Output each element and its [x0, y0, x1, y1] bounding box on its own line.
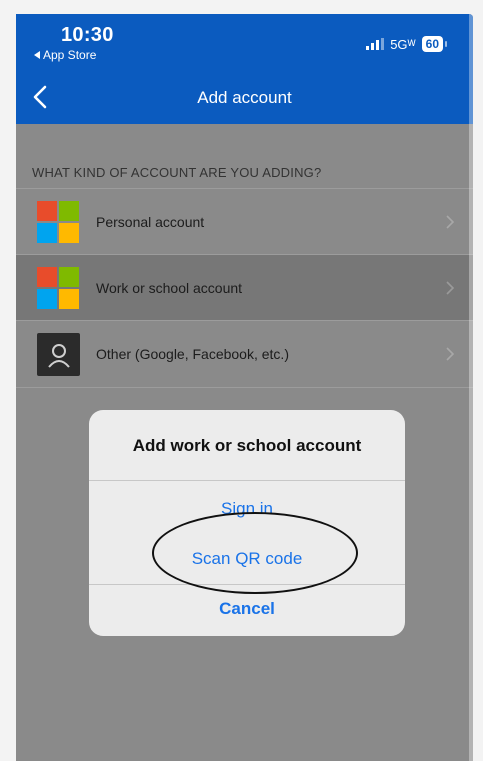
phone-screen: 10:30 App Store 5Gᵂ 60 Add account WHAT …: [16, 14, 473, 761]
dialog-divider: [89, 584, 405, 585]
account-option-label: Other (Google, Facebook, etc.): [96, 346, 289, 362]
status-indicators: 5Gᵂ 60: [366, 36, 448, 52]
screenshot-frame: 10:30 App Store 5Gᵂ 60 Add account WHAT …: [0, 0, 483, 761]
cancel-button[interactable]: Cancel: [89, 599, 405, 619]
back-triangle-icon: [34, 51, 40, 59]
dialog-title: Add work or school account: [132, 436, 362, 455]
dialog-divider: [89, 480, 405, 481]
chevron-right-icon: [446, 215, 455, 229]
scan-qr-code-button[interactable]: Scan QR code: [89, 549, 405, 569]
account-option-work-school[interactable]: Work or school account: [16, 254, 473, 321]
battery-icon: 60: [421, 36, 448, 52]
account-option-other[interactable]: Other (Google, Facebook, etc.): [16, 320, 473, 388]
account-option-label: Work or school account: [96, 280, 243, 296]
microsoft-logo-icon: [37, 201, 80, 244]
page-title: Add account: [197, 88, 292, 107]
network-type: 5Gᵂ: [390, 36, 416, 52]
signal-strength-icon: [366, 38, 385, 50]
sign-in-button[interactable]: Sign in: [89, 499, 405, 519]
chevron-right-icon: [446, 347, 455, 361]
microsoft-logo-icon: [37, 267, 80, 310]
status-time: 10:30: [61, 24, 114, 46]
back-to-app-store[interactable]: App Store: [34, 48, 96, 62]
header-bar: 10:30 App Store 5Gᵂ 60 Add account: [16, 14, 473, 124]
section-label: WHAT KIND OF ACCOUNT ARE YOU ADDING?: [32, 165, 322, 180]
back-app-label: App Store: [43, 48, 97, 62]
account-option-label: Personal account: [96, 214, 205, 230]
chevron-right-icon: [446, 281, 455, 295]
add-work-school-dialog: Add work or school account Sign in Scan …: [89, 410, 405, 636]
battery-level: 60: [425, 37, 439, 51]
account-option-personal[interactable]: Personal account: [16, 188, 473, 255]
person-icon: [37, 333, 80, 376]
